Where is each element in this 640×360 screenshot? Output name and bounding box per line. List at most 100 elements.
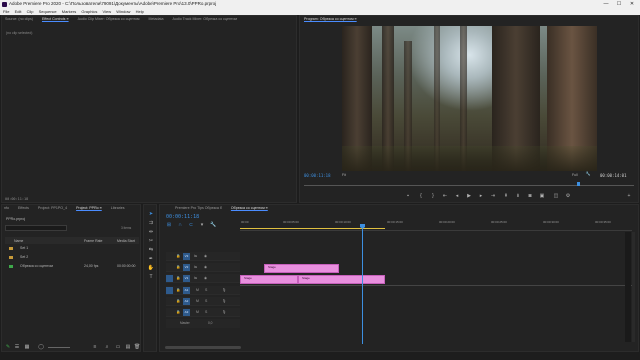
mark-in-icon[interactable]: { xyxy=(418,193,424,199)
eye-icon[interactable]: ◉ xyxy=(204,265,207,269)
lift-icon[interactable]: ⇞ xyxy=(503,193,509,199)
lock-icon[interactable]: 🔒 xyxy=(176,276,180,280)
nest-icon[interactable]: ⊞ xyxy=(166,222,172,228)
menu-edit[interactable]: Edit xyxy=(15,8,22,15)
hand-tool-icon[interactable]: ✋ xyxy=(147,265,155,272)
maximize-button[interactable]: ☐ xyxy=(613,0,625,8)
marker-icon[interactable]: ▪ xyxy=(405,193,411,199)
playhead-line[interactable] xyxy=(362,229,363,344)
video-clip[interactable]: Stage xyxy=(264,264,339,273)
list-item[interactable]: Обрезка со сцентом xyxy=(20,264,53,268)
sync-lock-icon[interactable]: ⇋ xyxy=(194,265,197,269)
tab-info[interactable]: nfo xyxy=(4,205,9,212)
mute-button[interactable]: M xyxy=(196,288,199,292)
menu-graphics[interactable]: Graphics xyxy=(81,8,97,15)
track-label-a1[interactable]: A1 xyxy=(183,287,190,294)
column-frame-rate[interactable]: Frame Rate xyxy=(84,239,102,243)
track-select-tool-icon[interactable]: ⇉ xyxy=(147,220,155,227)
menu-window[interactable]: Window xyxy=(116,8,130,15)
menu-view[interactable]: View xyxy=(102,8,111,15)
track-label-v3[interactable]: V3 xyxy=(183,253,190,260)
track-label-v1[interactable]: V1 xyxy=(183,275,190,282)
list-item[interactable]: Set 1 xyxy=(20,246,28,250)
play-icon[interactable]: ▶ xyxy=(466,193,472,199)
tab-audio-clip-mixer[interactable]: Audio Clip Mixer: Обрезка со сцентом xyxy=(78,16,140,23)
freeform-view-icon[interactable]: ◯ xyxy=(38,344,44,350)
menu-file[interactable]: File xyxy=(3,8,9,15)
add-button-icon[interactable]: + xyxy=(626,193,632,199)
tab-project-pp1po[interactable]: Project: PP1PO_4 xyxy=(38,205,67,212)
tab-libraries[interactable]: Libraries xyxy=(111,205,125,212)
video-clip[interactable]: Stage xyxy=(240,275,298,284)
list-item[interactable]: Set 2 xyxy=(20,255,28,259)
timeline-timecode[interactable]: 00:00:11:18 xyxy=(166,214,199,220)
export-frame-icon[interactable]: ◙ xyxy=(527,193,533,199)
list-view-icon[interactable]: ☰ xyxy=(14,344,20,350)
snap-icon[interactable]: ∩ xyxy=(177,222,183,228)
menu-sequence[interactable]: Sequence xyxy=(39,8,57,15)
lock-icon[interactable]: 🔒 xyxy=(176,254,180,258)
sync-lock-icon[interactable]: ⇋ xyxy=(194,276,197,280)
track-label-a2[interactable]: A2 xyxy=(183,298,190,305)
master-volume[interactable]: 0,0 xyxy=(208,321,212,325)
quality-dropdown[interactable]: Full xyxy=(572,173,578,177)
pencil-icon[interactable]: ✎ xyxy=(5,344,11,350)
timeline-horizontal-scrollbar[interactable] xyxy=(165,346,241,349)
razor-tool-icon[interactable]: ✂ xyxy=(147,238,155,245)
track-label-v2[interactable]: V2 xyxy=(183,264,190,271)
eye-icon[interactable]: ◉ xyxy=(204,276,207,280)
settings-icon[interactable]: ⚙ xyxy=(565,193,571,199)
zoom-slider[interactable] xyxy=(48,347,70,348)
timeline-vertical-scrollbar[interactable] xyxy=(632,232,635,342)
eye-icon[interactable]: ◉ xyxy=(204,254,207,258)
go-to-in-icon[interactable]: ⇤ xyxy=(442,193,448,199)
close-button[interactable]: ✕ xyxy=(626,0,638,8)
trash-icon[interactable]: 🗑 xyxy=(134,344,140,350)
column-media-start[interactable]: Media Start xyxy=(117,239,135,243)
track-label-a3[interactable]: A3 xyxy=(183,309,190,316)
tab-sequence-main[interactable]: Обрезка со сцентом ≡ xyxy=(231,205,268,212)
timeline-settings-icon[interactable]: 🔧 xyxy=(210,222,216,228)
mute-button[interactable]: M xyxy=(196,299,199,303)
icon-view-icon[interactable]: ▦ xyxy=(24,344,30,350)
lock-icon[interactable]: 🔒 xyxy=(176,310,180,314)
project-search-input[interactable] xyxy=(5,225,67,231)
menu-markers[interactable]: Markers xyxy=(62,8,76,15)
linked-selection-icon[interactable]: ⊂ xyxy=(188,222,194,228)
lock-icon[interactable]: 🔒 xyxy=(176,265,180,269)
column-name[interactable]: Name xyxy=(14,239,23,243)
mute-button[interactable]: M xyxy=(196,310,199,314)
wrench-icon[interactable]: 🔧 xyxy=(585,171,591,177)
lock-icon[interactable]: 🔒 xyxy=(176,288,180,292)
menu-clip[interactable]: Clip xyxy=(27,8,34,15)
search-icon[interactable]: ⌕ xyxy=(104,344,110,350)
sync-lock-icon[interactable]: ⇋ xyxy=(194,254,197,258)
mic-icon[interactable]: 🎙 xyxy=(222,288,226,292)
step-forward-icon[interactable]: ▸ xyxy=(478,193,484,199)
tab-effects[interactable]: Effects xyxy=(18,205,29,212)
new-item-icon[interactable]: ▤ xyxy=(125,344,131,350)
extract-icon[interactable]: ⇟ xyxy=(515,193,521,199)
mic-icon[interactable]: 🎙 xyxy=(222,310,226,314)
pen-tool-icon[interactable]: ✒ xyxy=(147,256,155,263)
go-to-out-icon[interactable]: ⇥ xyxy=(490,193,496,199)
tab-audio-track-mixer[interactable]: Audio Track Mixer: Обрезка со сцентом xyxy=(173,16,238,23)
slip-tool-icon[interactable]: ⇆ xyxy=(147,247,155,254)
program-timecode[interactable]: 00:00:11:18 xyxy=(304,173,331,178)
tab-metadata[interactable]: Metadata xyxy=(149,16,164,23)
source-patch-v1[interactable] xyxy=(166,275,173,282)
source-patch-a1[interactable] xyxy=(166,287,173,294)
lock-icon[interactable]: 🔒 xyxy=(176,299,180,303)
fit-dropdown[interactable]: Fit xyxy=(342,173,346,177)
add-marker-icon[interactable]: ▾ xyxy=(199,222,205,228)
type-tool-icon[interactable]: T xyxy=(147,274,155,281)
tab-sequence-tips[interactable]: Premiere Pro Tips Обрезка б xyxy=(175,205,222,212)
video-clip[interactable]: Stage xyxy=(298,275,385,284)
tab-source[interactable]: Source: (no clips) xyxy=(5,16,33,23)
solo-button[interactable]: S xyxy=(205,299,207,303)
step-back-icon[interactable]: ◂ xyxy=(454,193,460,199)
ripple-edit-tool-icon[interactable]: ⇹ xyxy=(147,229,155,236)
tab-effect-controls[interactable]: Effect Controls ≡ xyxy=(42,16,69,23)
selection-tool-icon[interactable]: ➤ xyxy=(147,211,155,218)
mic-icon[interactable]: 🎙 xyxy=(222,299,226,303)
